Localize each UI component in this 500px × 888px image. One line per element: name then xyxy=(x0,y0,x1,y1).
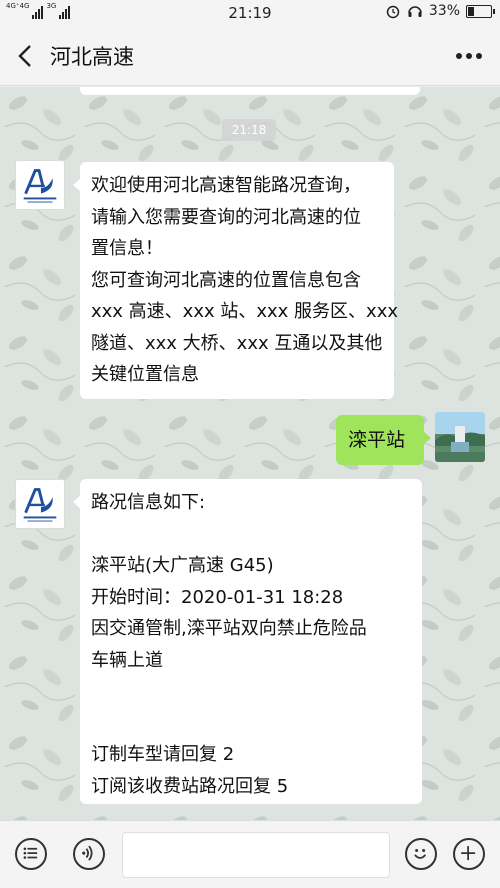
message-line: 开始时间：2020-01-31 18:28 xyxy=(91,586,344,608)
message-line xyxy=(91,676,411,708)
emoji-icon xyxy=(414,849,427,859)
message-line: 订制车型请回复 2 xyxy=(91,744,235,765)
input-bar xyxy=(0,820,500,888)
battery-icon xyxy=(466,4,495,18)
plus-icon xyxy=(461,846,476,861)
message-line: 隧道、xxx 大桥、xxx 互通以及其他 xyxy=(91,332,383,354)
chat-title: 河北高速 xyxy=(50,45,134,69)
emoji-button[interactable] xyxy=(405,838,437,870)
message-line: 置信息！ xyxy=(91,238,163,259)
message-line: 路况信息如下: xyxy=(91,492,206,513)
user-avatar[interactable] xyxy=(435,412,485,462)
message-line xyxy=(91,708,411,740)
voice-button[interactable] xyxy=(73,838,105,870)
hebei-expressway-logo-icon xyxy=(16,480,64,528)
message-line: 您可查询河北高速的位置信息包含 xyxy=(91,269,361,291)
bot-message-bubble[interactable]: 路况信息如下: 滦平站(大广高速 G45) 开始时间：2020-01-31 18… xyxy=(73,479,422,804)
alarm-icon xyxy=(386,5,400,19)
user-message-text: 滦平站 xyxy=(348,429,406,451)
message-line xyxy=(91,519,411,551)
chevron-left-icon xyxy=(18,45,31,67)
message-line: 欢迎使用河北高速智能路况查询， xyxy=(91,175,361,196)
voice-icon xyxy=(82,845,93,861)
message-line: 因交通管制,滦平站双向禁止危险品 xyxy=(91,618,367,639)
status-bar: 4G⁺4G 3G 21:19 33% xyxy=(0,0,500,26)
bot-avatar[interactable] xyxy=(15,479,65,529)
chat-area[interactable]: 21:18 欢迎使用河北高速智能路况查询， 请输入您需要查询的河北高速的位 置信… xyxy=(0,87,500,820)
message-line: 车辆上道 xyxy=(91,649,163,671)
back-button[interactable] xyxy=(10,40,42,72)
list-menu-icon xyxy=(23,847,38,859)
bot-avatar[interactable] xyxy=(15,160,65,210)
nav-bar: 河北高速 xyxy=(0,26,500,86)
message-line: 关键位置信息 xyxy=(91,364,199,385)
bot-message-bubble[interactable]: 欢迎使用河北高速智能路况查询， 请输入您需要查询的河北高速的位 置信息！ 您可查… xyxy=(73,162,398,399)
message-timestamp: 21:18 xyxy=(222,119,276,141)
battery-percent: 33% xyxy=(428,3,460,19)
menu-list-button[interactable] xyxy=(15,838,47,870)
status-right: 33% xyxy=(385,3,495,19)
more-button[interactable] xyxy=(454,42,484,70)
more-dots-icon xyxy=(456,53,482,59)
user-message-bubble[interactable]: 滦平站 xyxy=(336,415,431,465)
message-line: 滦平站(大广高速 G45) xyxy=(91,555,274,576)
message-line: xxx 高速、xxx 站、xxx 服务区、xxx xyxy=(91,301,398,322)
previous-message-bubble xyxy=(80,87,420,95)
hebei-expressway-logo-icon xyxy=(16,161,64,209)
user-avatar-image xyxy=(435,412,485,462)
message-line: 请输入您需要查询的河北高速的位 xyxy=(91,206,361,228)
message-line: 订阅该收费站路况回复 5 xyxy=(91,775,289,797)
message-input[interactable] xyxy=(122,832,390,878)
add-button[interactable] xyxy=(453,838,485,870)
headset-icon xyxy=(408,6,422,17)
